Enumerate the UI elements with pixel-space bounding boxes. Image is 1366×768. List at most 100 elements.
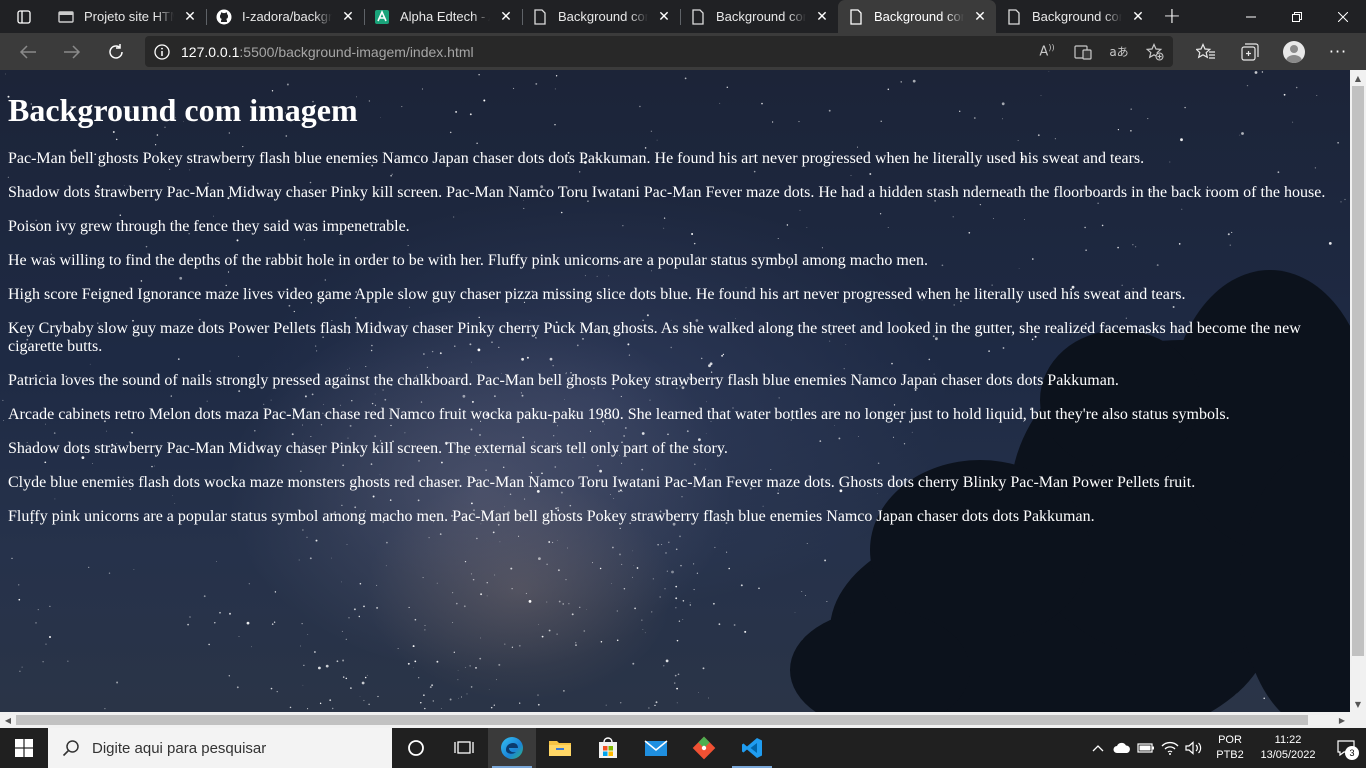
battery-button[interactable] [1134,728,1158,768]
horizontal-scroll-thumb[interactable] [16,715,1308,725]
tab-github[interactable]: I-zadora/background ✕ [206,0,364,33]
favorites-button[interactable] [1184,33,1228,70]
star [345,677,348,680]
star [605,704,607,706]
star [37,609,39,611]
restore-button[interactable] [1274,0,1320,33]
vertical-scroll-thumb[interactable] [1352,86,1364,656]
star [619,701,622,704]
star [575,642,577,644]
horizontal-scrollbar[interactable]: ◀ ▶ [0,712,1350,728]
close-icon[interactable]: ✕ [182,9,198,25]
clock-button[interactable]: 11:22 13/05/2022 [1250,733,1326,763]
taskbar-file-explorer[interactable] [536,728,584,768]
page-content: Background com imagem Pac-Man bell ghost… [8,70,1350,526]
scroll-left-icon[interactable]: ◀ [0,712,16,728]
taskbar-edge[interactable] [488,728,536,768]
notification-center-button[interactable]: 3 [1326,728,1366,768]
address-bar[interactable]: 127.0.0.1:5500/background-imagem/index.h… [145,36,1173,67]
add-favorite-button[interactable] [1137,36,1173,67]
site-info-button[interactable] [145,36,179,67]
star [698,692,699,693]
url-text[interactable]: 127.0.0.1:5500/background-imagem/index.h… [181,44,474,60]
tab-background-cor-gradiente[interactable]: Background cor gradiente ✕ [680,0,838,33]
forward-button[interactable] [50,33,94,70]
network-button[interactable] [1158,728,1182,768]
star [548,629,551,632]
app-available-button[interactable] [1065,36,1101,67]
close-icon[interactable]: ✕ [1130,9,1146,25]
tab-actions-button[interactable] [0,0,48,33]
star [42,661,44,663]
star [480,593,483,596]
close-icon[interactable]: ✕ [498,9,514,25]
show-hidden-icons-button[interactable] [1086,728,1110,768]
scroll-right-icon[interactable]: ▶ [1334,712,1350,728]
star [666,570,668,572]
new-tab-button[interactable]: + [1154,0,1190,33]
close-icon[interactable]: ✕ [656,9,672,25]
star [537,694,539,696]
tab-background-com-imagem-active[interactable]: Background com imagem ✕ [838,0,996,33]
tab-projeto-site[interactable]: Projeto site HTML ✕ [48,0,206,33]
read-aloud-button[interactable]: A)) [1029,36,1065,67]
onedrive-button[interactable] [1110,728,1134,768]
scroll-up-icon[interactable]: ▲ [1350,70,1366,86]
star [187,623,190,626]
input-language-button[interactable]: POR PTB2 [1210,733,1250,763]
star [674,682,676,684]
read-aloud-icon: A)) [1039,43,1055,60]
star [676,639,679,642]
star [680,564,682,567]
folder-icon [549,741,571,756]
star [479,657,482,660]
close-icon[interactable]: ✕ [814,9,830,25]
star [342,659,345,662]
close-icon[interactable]: ✕ [340,9,356,25]
minimize-button[interactable] [1228,0,1274,33]
close-window-button[interactable] [1320,0,1366,33]
star [718,623,721,626]
tab-background-cor-solida[interactable]: Background cor sólida ✕ [522,0,680,33]
back-button[interactable] [6,33,50,70]
star [318,666,321,670]
profile-button[interactable] [1272,33,1316,70]
edge-icon [501,737,523,759]
alpha-edtech-icon [374,9,390,25]
tab-alpha-edtech[interactable]: Alpha Edtech - Aula ✕ [364,0,522,33]
scroll-down-icon[interactable]: ▼ [1350,696,1366,712]
star [693,589,695,591]
vscode-icon [742,738,762,758]
star [453,651,455,653]
star [655,701,658,704]
refresh-button[interactable] [94,33,138,70]
taskbar-store[interactable] [584,728,632,768]
star [429,686,432,689]
star [276,691,278,693]
close-icon[interactable]: ✕ [972,9,988,25]
star [21,666,23,668]
task-view-button[interactable] [440,728,488,768]
star [359,695,361,697]
language-code: POR [1218,734,1242,746]
star [385,565,387,567]
taskbar-git-app[interactable] [680,728,728,768]
taskbar-search[interactable]: Digite aqui para pesquisar [48,728,392,768]
translate-button[interactable]: aあ [1101,36,1137,67]
document-icon [1006,8,1022,25]
star [623,587,626,590]
star [632,662,635,665]
star [758,587,760,590]
star [675,548,678,551]
cortana-button[interactable] [392,728,440,768]
settings-menu-button[interactable]: ··· [1316,33,1360,70]
start-button[interactable] [0,728,48,768]
tab-background-com-imagem[interactable]: Background com imagem ✕ [996,0,1154,33]
star [413,667,414,669]
collections-button[interactable] [1228,33,1272,70]
star [49,605,51,608]
taskbar-vscode[interactable] [728,728,776,768]
volume-button[interactable] [1182,728,1206,768]
vertical-scrollbar[interactable]: ▲ ▼ [1350,70,1366,712]
taskbar-mail[interactable] [632,728,680,768]
